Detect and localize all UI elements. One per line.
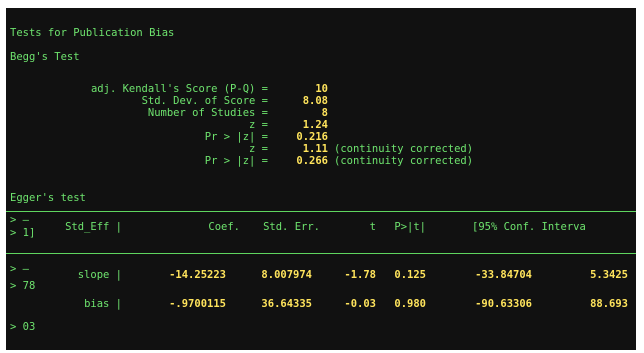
- ci-low-value: -90.63306: [475, 298, 532, 310]
- table-top-rule: [6, 211, 636, 212]
- se-value: 8.007974: [261, 269, 312, 281]
- gutter-marker: > —: [10, 214, 29, 226]
- coef-value: -.9700115: [169, 298, 226, 310]
- col-header-t: t: [369, 221, 376, 233]
- gutter-marker: > 1]: [10, 227, 36, 239]
- row-name: bias |: [84, 298, 122, 310]
- ci-low-value: -33.84704: [475, 269, 532, 281]
- gutter-marker: > —: [10, 263, 29, 275]
- col-header-name: Std_Eff |: [65, 221, 122, 233]
- table-header-rule: [6, 253, 636, 254]
- col-header-coef: Coef.: [208, 221, 240, 233]
- begg-value: 0.266: [296, 155, 328, 167]
- begg-title: Begg's Test: [10, 51, 80, 63]
- row-name: slope |: [77, 269, 122, 281]
- col-header-ci: [95% Conf. Interva: [472, 221, 586, 233]
- se-value: 36.64335: [261, 298, 312, 310]
- col-header-se: Std. Err.: [263, 221, 320, 233]
- stata-results-window: Tests for Publication Bias Begg's Test a…: [6, 8, 636, 350]
- output-title: Tests for Publication Bias: [10, 27, 175, 39]
- begg-note: (continuity corrected): [334, 155, 474, 167]
- begg-label: Pr > |z| =: [204, 155, 268, 167]
- p-value: 0.125: [394, 269, 426, 281]
- ci-high-value: 5.3425: [590, 269, 628, 281]
- gutter-marker: > 03: [10, 321, 36, 333]
- gutter-marker: > 78: [10, 280, 36, 292]
- p-value: 0.980: [394, 298, 426, 310]
- egger-title: Egger's test: [10, 192, 86, 204]
- t-value: -1.78: [344, 269, 376, 281]
- t-value: -0.03: [344, 298, 376, 310]
- coef-value: -14.25223: [169, 269, 226, 281]
- ci-high-value: 88.693: [590, 298, 628, 310]
- col-header-p: P>|t|: [394, 221, 426, 233]
